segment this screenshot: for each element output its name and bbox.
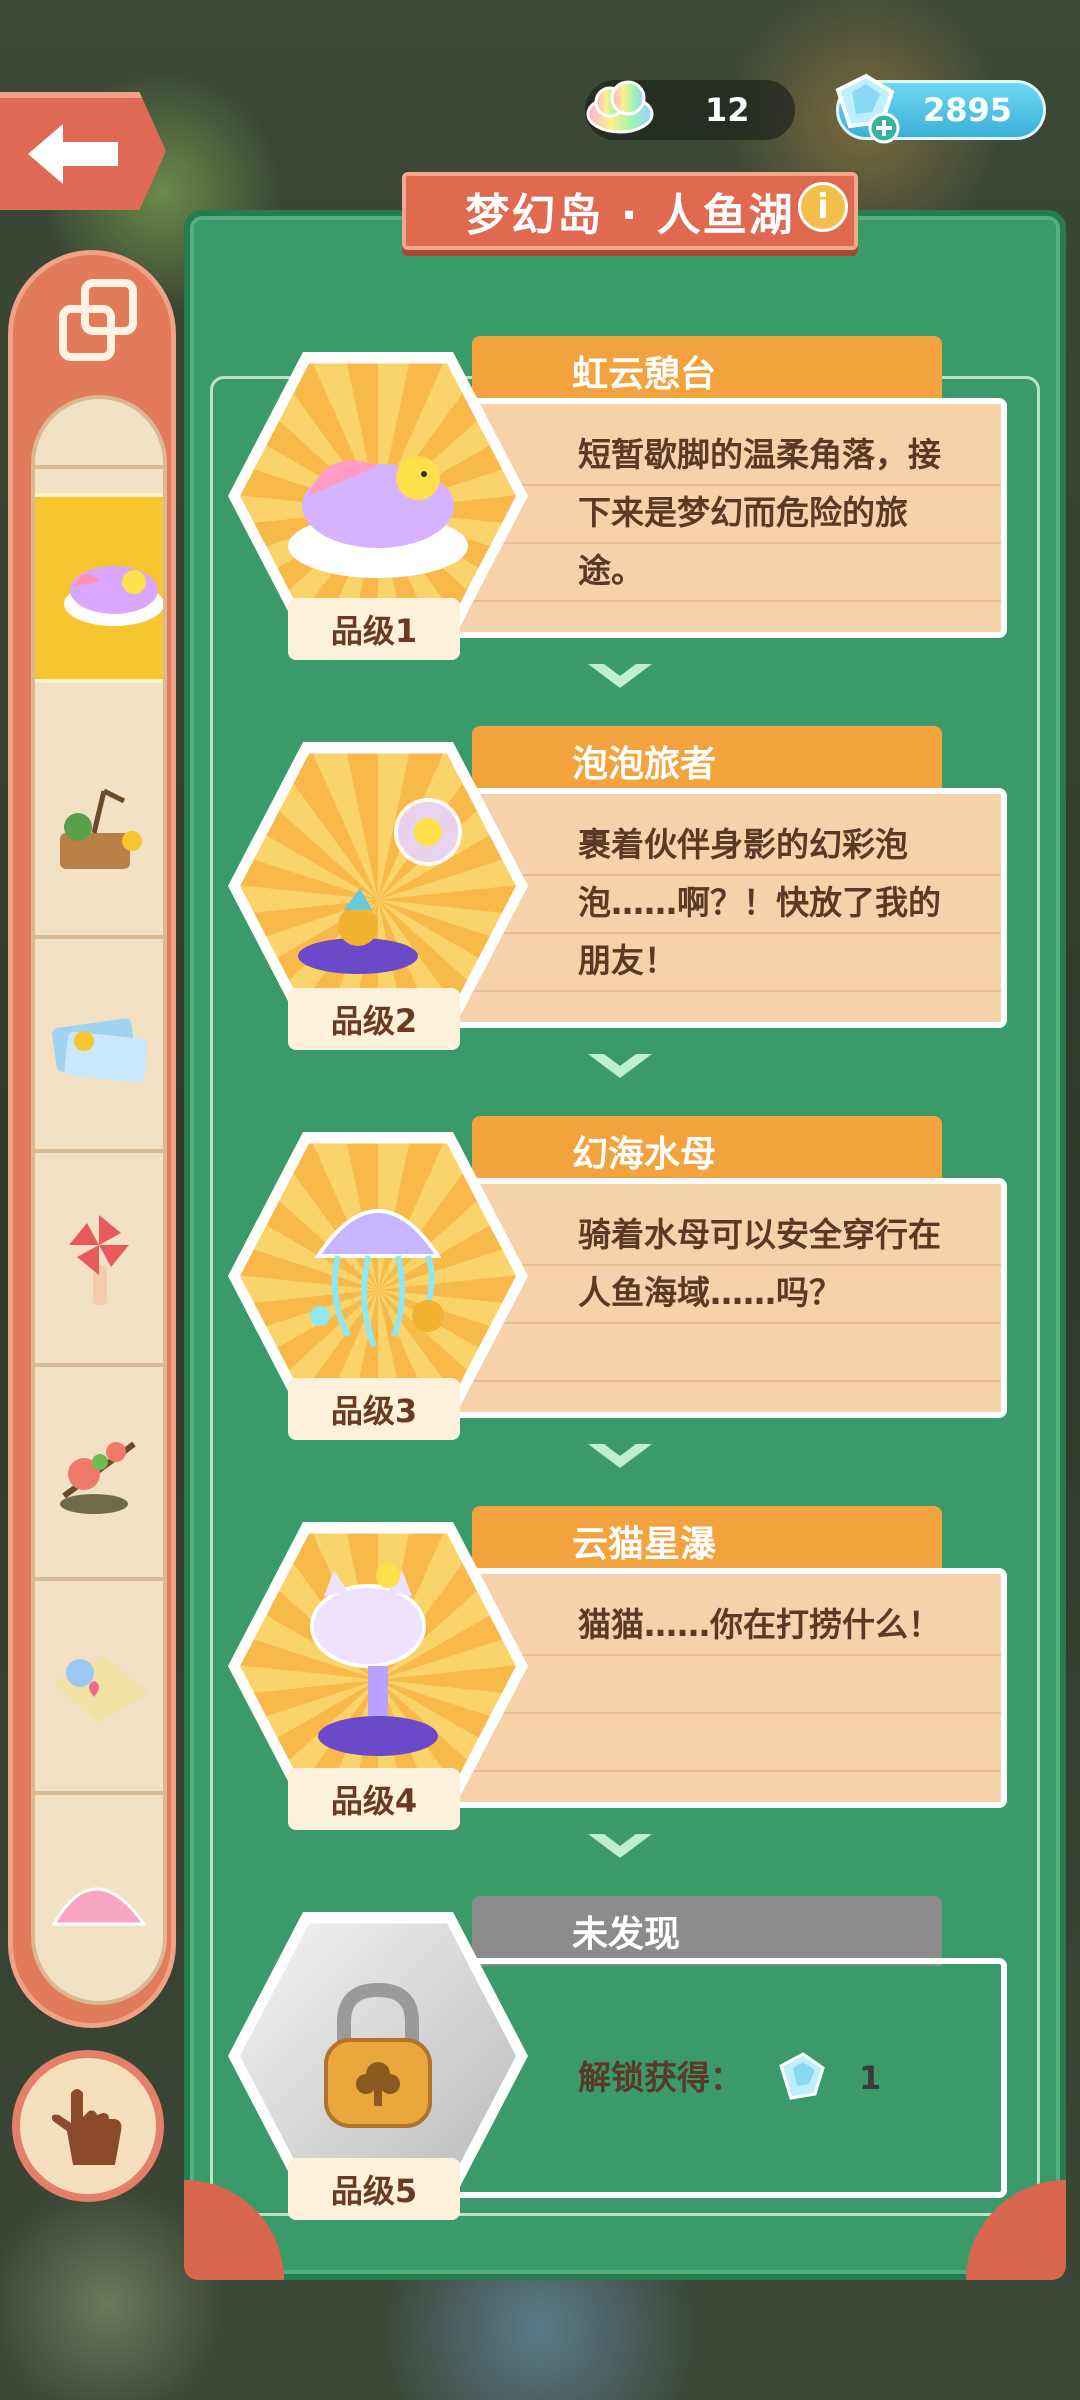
rainbow-cloud-item-icon — [64, 566, 163, 626]
bubble-traveler-icon — [298, 798, 462, 974]
gem-plus-icon[interactable] — [826, 70, 900, 144]
sidebar-item-shell[interactable] — [35, 1799, 163, 2001]
entry-name-tab: 未发现 — [472, 1896, 942, 1966]
info-icon[interactable]: i — [798, 182, 848, 232]
collection-entry[interactable]: 幻海水母 骑着水母可以安全穿行在人鱼海域……吗？ 品级3 — [222, 1116, 1022, 1446]
entry-description-card: 解锁获得： 1 — [452, 1958, 1007, 2198]
entry-grade: 品级2 — [288, 988, 460, 1050]
hand-pointer-button[interactable] — [12, 2050, 164, 2202]
cloud-cat-icon — [310, 1564, 438, 1756]
entry-name-tab: 云猫星瀑 — [472, 1506, 942, 1576]
sidebar-item-envelope[interactable] — [35, 1585, 163, 1795]
entry-name: 泡泡旅者 — [572, 744, 717, 785]
entry-name: 幻海水母 — [572, 1134, 717, 1175]
unlock-label: 解锁获得： — [578, 2058, 743, 2097]
sidebar-item-cards[interactable] — [35, 943, 163, 1153]
rainbow-cloud-stage-icon — [288, 456, 468, 578]
cloud-count: 12 — [705, 91, 750, 129]
entry-name-tab: 虹云憩台 — [472, 336, 942, 406]
shell-item-icon — [51, 1887, 147, 1926]
sidebar-item-flower[interactable] — [35, 1371, 163, 1581]
entry-description-card: 短暂歇脚的温柔角落，接下来是梦幻而危险的旅途。 — [452, 398, 1007, 638]
chevron-down-icon — [588, 664, 652, 688]
collection-entry[interactable]: 云猫星瀑 猫猫……你在打捞什么！ 品级4 — [222, 1506, 1022, 1836]
entry-description: 骑着水母可以安全穿行在人鱼海域……吗？ — [578, 1215, 941, 1312]
flower-branch-item-icon — [60, 1441, 136, 1514]
unlock-reward-row: 解锁获得： 1 — [578, 2049, 1001, 2107]
sidebar-track[interactable] — [31, 395, 167, 2005]
collection-entry[interactable]: 虹云憩台 短暂歇脚的温柔角落，接下来是梦幻而危险的旅途。 品级1 — [222, 336, 1022, 666]
collection-entry[interactable]: 泡泡旅者 裹着伙伴身影的幻彩泡泡……啊？！快放了我的朋友！ 品级2 — [222, 726, 1022, 1056]
entry-grade: 品级5 — [288, 2158, 460, 2220]
locked-entry[interactable]: 未发现 解锁获得： 1 品级5 — [222, 1896, 1022, 2226]
sidebar-top-spacer — [35, 399, 163, 469]
entry-description: 猫猫……你在打捞什么！ — [578, 1605, 941, 1644]
entry-grade: 品级1 — [288, 598, 460, 660]
chevron-down-icon — [588, 1054, 652, 1078]
chevron-down-icon — [588, 1834, 652, 1858]
back-button[interactable] — [0, 92, 166, 210]
envelope-item-icon — [54, 1655, 148, 1723]
chevron-down-icon — [588, 1444, 652, 1468]
entry-grade: 品级4 — [288, 1768, 460, 1830]
sidebar-item-pinwheel[interactable] — [35, 1157, 163, 1367]
sidebar-item-cloud[interactable] — [35, 493, 163, 683]
unlock-count: 1 — [859, 2059, 882, 2097]
gem-icon — [779, 2052, 825, 2100]
page-title: 梦幻岛 · 人鱼湖 — [402, 172, 858, 250]
lock-icon — [324, 1982, 432, 2128]
entry-name: 云猫星瀑 — [572, 1524, 717, 1565]
category-sidebar — [8, 250, 176, 2028]
entry-description: 裹着伙伴身影的幻彩泡泡……啊？！快放了我的朋友！ — [578, 825, 941, 980]
pinwheel-item-icon — [69, 1215, 129, 1305]
jellyfish-icon — [310, 1209, 444, 1348]
rainbow-cloud-icon — [586, 80, 654, 134]
hand-pointer-icon — [51, 2089, 122, 2165]
arrow-left-icon — [28, 124, 118, 184]
entry-name-tab: 泡泡旅者 — [472, 726, 942, 796]
entry-description-card: 裹着伙伴身影的幻彩泡泡……啊？！快放了我的朋友！ — [452, 788, 1007, 1028]
entry-description-card: 骑着水母可以安全穿行在人鱼海域……吗？ — [452, 1178, 1007, 1418]
layers-icon[interactable] — [53, 275, 143, 365]
entry-description: 短暂歇脚的温柔角落，接下来是梦幻而危险的旅途。 — [578, 435, 941, 590]
page-title-text: 梦幻岛 · 人鱼湖 — [465, 190, 795, 241]
entry-name-tab: 幻海水母 — [472, 1116, 942, 1186]
entry-description-card: 猫猫……你在打捞什么！ — [452, 1568, 1007, 1808]
cards-item-icon — [52, 1018, 148, 1083]
entry-name: 未发现 — [572, 1914, 681, 1955]
sidebar-item-garden[interactable] — [35, 729, 163, 939]
entry-name: 虹云憩台 — [572, 354, 717, 395]
entry-grade: 品级3 — [288, 1378, 460, 1440]
garden-item-icon — [60, 788, 142, 869]
gem-count: 2895 — [923, 91, 1013, 129]
